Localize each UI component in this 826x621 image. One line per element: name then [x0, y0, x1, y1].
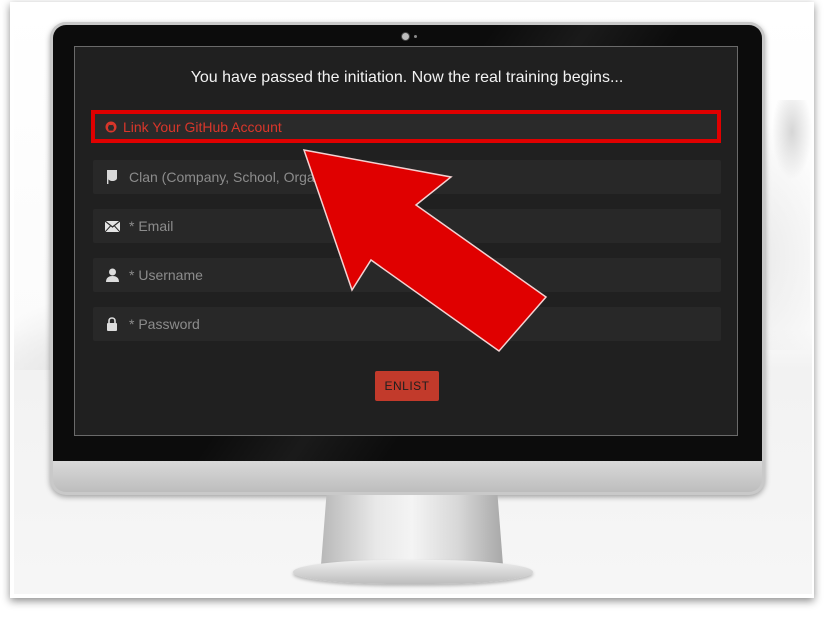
email-field[interactable]	[93, 209, 721, 243]
password-field[interactable]	[93, 307, 721, 341]
clan-field[interactable]	[93, 160, 721, 194]
github-icon	[105, 121, 117, 132]
camera-icon	[401, 32, 410, 41]
lock-icon	[104, 316, 120, 332]
user-icon	[104, 267, 120, 283]
camera-sensor	[414, 35, 417, 38]
password-input[interactable]	[129, 309, 721, 339]
email-input[interactable]	[129, 211, 721, 241]
monitor-stand-base	[293, 560, 533, 584]
envelope-icon	[104, 218, 120, 234]
monitor-chin	[53, 461, 762, 492]
enlist-button[interactable]: ENLIST	[375, 371, 439, 401]
background-tree	[772, 100, 812, 180]
link-github-label: Link Your GitHub Account	[123, 118, 282, 135]
flag-icon	[104, 169, 120, 185]
page-title: You have passed the initiation. Now the …	[190, 69, 624, 86]
username-input[interactable]	[129, 260, 721, 290]
clan-input[interactable]	[129, 162, 721, 192]
monitor-stand	[321, 495, 503, 565]
signup-screen: You have passed the initiation. Now the …	[74, 46, 738, 436]
link-github-button[interactable]: Link Your GitHub Account	[91, 110, 721, 143]
username-field[interactable]	[93, 258, 721, 292]
